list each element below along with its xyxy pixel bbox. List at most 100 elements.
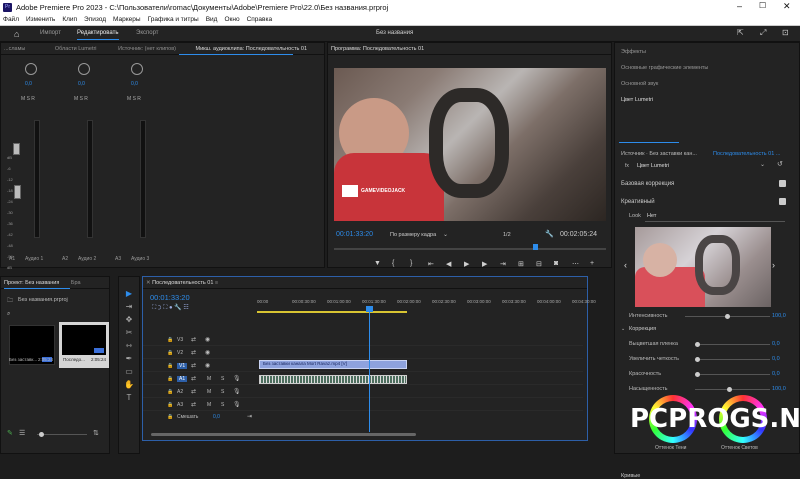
add-marker-icon[interactable]: ● [169,305,173,311]
snap-icon[interactable]: ⛶ [152,305,156,311]
add-button-icon[interactable]: + [590,260,594,267]
menu-item[interactable]: Справка [247,15,273,25]
tab-import[interactable]: Импорт [40,30,61,36]
track-lock-icon[interactable]: 🔒 [167,389,173,395]
track-sync-icon[interactable]: ⇄ [191,362,196,369]
slip-icon[interactable]: ⇿ [124,341,134,351]
track-eye-icon[interactable]: ◉ [205,362,210,369]
timeline-h-scrollbar[interactable] [151,433,416,436]
go-to-in-icon[interactable]: ⇤ [428,260,434,268]
audio-track-label[interactable]: A3 [177,402,183,408]
param-value[interactable]: 0,0 [772,341,780,347]
thumbnail-size-slider[interactable] [37,434,87,435]
thumbnail-size-handle[interactable] [39,432,44,437]
program-playhead[interactable] [533,244,538,250]
video-clip[interactable]: Без заставки канала Mort Ravaz.mp4 [V] [259,360,407,369]
voiceover-mic-icon[interactable]: 🎙 [233,388,241,395]
sort-icon[interactable]: ⇅ [93,429,99,437]
timeline-ruler[interactable]: 00:00 00:00:30:00 00:01:00:00 00:01:30:00 00… [257,299,596,309]
pan-value[interactable]: 0,0 [78,81,85,87]
pan-knob[interactable] [131,63,143,75]
project-search-icon[interactable]: ⌕ [7,311,10,318]
solo-button[interactable]: S [221,402,224,408]
step-back-icon[interactable]: ◀ [446,260,451,268]
menu-item[interactable]: Графика и титры [148,15,199,25]
linked-selection-icon[interactable]: ⊃ [158,305,162,311]
maximize-button[interactable]: ☐ [759,1,766,10]
intensity-slider-handle[interactable] [725,314,730,319]
track-lock-icon[interactable]: 🔒 [167,337,173,343]
mute-button[interactable]: M [207,389,211,395]
intensity-value[interactable]: 100,0 [772,313,786,319]
collaboration-icon[interactable]: ⊡ [782,28,789,37]
timeline-tab[interactable]: Последовательность 01 [152,280,213,286]
ripple-edit-icon[interactable]: ✥ [124,315,134,325]
audio-clip[interactable] [259,375,407,384]
tab-project[interactable]: Проект: Без названия [4,280,59,286]
basic-correction-checkbox[interactable] [779,180,786,187]
timeline-timecode[interactable]: 00:01:33:20 [150,293,190,302]
param-slider-handle[interactable] [727,387,732,392]
out-point-icon[interactable]: } [410,260,412,267]
fx-menu-chevron-icon[interactable]: ⌄ [760,161,765,168]
razor-icon[interactable]: ✂ [124,328,134,338]
solo-button[interactable]: S [221,389,224,395]
voiceover-mic-icon[interactable]: 🎙 [233,401,241,408]
effects-item[interactable]: Цвет Lumetri [621,97,653,103]
audio-track-label[interactable]: A2 [177,389,183,395]
pan-value[interactable]: 0,0 [131,81,138,87]
pen-icon[interactable]: ✒ [124,354,134,364]
timeline-playhead-line[interactable] [369,307,370,432]
program-timecode[interactable]: 00:01:33:20 [336,231,373,238]
param-value[interactable]: 100,0 [772,386,786,392]
adjustments-label[interactable]: Коррекция [629,326,656,332]
param-slider-handle[interactable] [695,372,700,377]
curves-label[interactable]: Кривые [621,473,640,479]
menu-item[interactable]: Вид [206,15,218,25]
program-scrubber[interactable] [334,248,606,250]
more-icon[interactable]: ⋯ [572,260,579,268]
param-slider[interactable] [695,374,770,375]
fit-dropdown[interactable]: По размеру кадра [390,232,436,238]
timeline-settings-icon[interactable]: 🔧 [174,305,181,311]
track-lock-icon[interactable]: 🔒 [167,402,173,408]
param-slider-handle[interactable] [695,357,700,362]
export-frame-icon[interactable]: ◙ [554,260,558,267]
tab-scopes[interactable]: ...сламы [4,46,25,52]
hand-icon[interactable]: ✋ [124,380,134,390]
track-sync-icon[interactable]: ⇄ [191,375,196,382]
in-point-icon[interactable]: { [392,260,394,267]
menu-item[interactable]: Маркеры [113,15,141,25]
pencil-icon[interactable]: ✎ [7,429,13,437]
mute-button[interactable]: M [207,376,211,382]
reset-icon[interactable]: ↺ [777,160,783,168]
effects-item[interactable]: Основные графические элементы [621,65,708,71]
lumetri-source-label[interactable]: Источник · Без заставки кан... [621,151,697,157]
menu-item[interactable]: Окно [224,15,239,25]
menu-item[interactable]: Файл [3,15,19,25]
rectangle-icon[interactable]: ▭ [124,367,134,377]
track-eye-icon[interactable]: ◉ [205,336,210,343]
close-button[interactable]: ✕ [783,1,791,12]
mute-button[interactable]: M [207,402,211,408]
selection-tool-icon[interactable]: ▶ [124,289,134,299]
param-value[interactable]: 0,0 [772,371,780,377]
param-slider-handle[interactable] [695,342,700,347]
tab-audio-clip-mixer[interactable]: Микш. аудиоклипа: Последовательность 01 [195,46,307,52]
effects-item[interactable]: Основной звук [621,81,658,87]
lumetri-sequence-label[interactable]: Последовательность 01 ... [713,151,780,157]
track-lock-icon[interactable]: 🔒 [167,350,173,356]
go-to-out-icon[interactable]: ⇥ [500,260,506,268]
pan-value[interactable]: 0,0 [25,81,32,87]
tab-export[interactable]: Экспорт [136,30,159,36]
insert-icon[interactable]: ⊞ [518,260,524,268]
type-icon[interactable]: T [124,393,134,403]
minimize-button[interactable]: – [737,1,742,11]
track-sync-icon[interactable]: ⇄ [191,349,196,356]
mix-end-icon[interactable]: ⇥ [247,413,252,420]
track-lock-icon[interactable]: 🔒 [167,376,173,382]
tab-browser[interactable]: Бра [71,280,81,286]
basic-correction-label[interactable]: Базовая коррекция [621,181,674,187]
track-eye-icon[interactable]: ◉ [205,349,210,356]
wrench-icon[interactable]: 🔧 [545,230,554,238]
